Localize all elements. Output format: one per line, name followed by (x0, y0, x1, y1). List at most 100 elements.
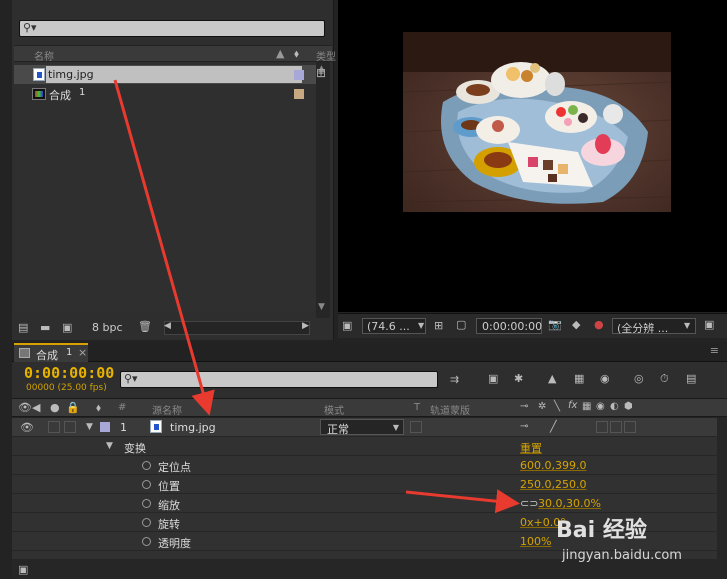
column-hash[interactable]: # (118, 402, 126, 413)
close-icon[interactable]: × (78, 346, 87, 359)
preserve-transparency-checkbox[interactable] (410, 421, 422, 433)
trash-icon[interactable]: 🗑 (138, 321, 152, 332)
show-snapshot-icon[interactable]: ◆ (572, 319, 580, 330)
stopwatch-icon[interactable] (142, 480, 151, 489)
adjustment-checkbox[interactable] (610, 421, 622, 433)
property-value[interactable]: 250.0,250.0 (520, 478, 586, 491)
property-name: 旋转 (158, 518, 180, 531)
new-folder-icon[interactable]: ▬ (40, 322, 50, 333)
channel-icon[interactable]: ● (594, 319, 604, 330)
project-scrollbar[interactable]: ▲ ▼ (316, 62, 330, 318)
zoom-dropdown[interactable]: (74.6 ... (362, 318, 426, 334)
brainstorm-icon[interactable]: ◉ (600, 373, 610, 384)
adjustment-layer-icon[interactable]: ◐ (610, 402, 619, 412)
comp-mini-flowchart-icon[interactable]: ⇉ (450, 374, 459, 385)
horizontal-scrollbar[interactable] (164, 321, 310, 335)
solo-icon[interactable]: ● (50, 402, 60, 413)
interpret-footage-icon[interactable]: ▤ (18, 322, 28, 333)
label-color-swatch[interactable] (294, 70, 304, 80)
eye-icon[interactable]: 👁 (20, 422, 34, 433)
grid-icon[interactable]: ⊞ (434, 320, 443, 331)
bit-depth[interactable]: 8 bpc (92, 321, 123, 334)
panel-menu-icon[interactable]: ≡ (710, 344, 719, 357)
stopwatch-icon[interactable]: ⏱ (660, 373, 669, 384)
lock-icon[interactable]: 🔒 (66, 402, 80, 413)
toggle-switches-icon[interactable]: ▣ (18, 564, 28, 575)
stopwatch-icon[interactable] (142, 537, 151, 546)
column-source-name[interactable]: 源名称 (152, 402, 182, 417)
eye-icon[interactable]: 👁 (18, 402, 32, 413)
layer-name[interactable]: timg.jpg (170, 421, 216, 434)
label-tag-icon[interactable]: ⬧ (96, 402, 101, 413)
expand-chevron-icon[interactable]: ▼ (106, 442, 113, 451)
always-preview-icon[interactable]: ▣ (342, 320, 352, 331)
flowchart-icon[interactable]: ⊞ (316, 66, 326, 80)
hide-shy-layers-icon[interactable]: ✱ (514, 373, 523, 384)
graph-editor-icon[interactable]: ◎ (634, 373, 644, 384)
render-icon[interactable]: ▤ (686, 373, 696, 384)
transform-group-row[interactable]: ▼ 变换 重置 (12, 437, 717, 456)
scroll-right-icon[interactable]: ▶ (302, 322, 309, 331)
viewer-timecode-value: 0:00:00:00 (482, 320, 543, 333)
3d-checkbox[interactable] (624, 421, 636, 433)
label-tag-icon[interactable]: ⬧ (294, 47, 299, 61)
quality-icon[interactable]: ╲ (554, 402, 560, 412)
property-row-position[interactable]: 位置 250.0,250.0 (12, 475, 717, 494)
solo-checkbox[interactable] (48, 421, 60, 433)
new-composition-icon[interactable]: ▣ (62, 322, 72, 333)
frame-blending-icon[interactable]: ▲ (548, 373, 556, 384)
motion-blur-column-icon[interactable]: ◉ (596, 402, 605, 412)
column-type[interactable]: 类型 (316, 48, 336, 63)
collapse-icon[interactable]: ✲ (538, 402, 546, 412)
camera-snapshot-icon[interactable]: 📷 (548, 319, 562, 330)
tab-composition[interactable]: 合成 1 × (14, 343, 88, 362)
scroll-down-icon[interactable]: ▼ (318, 302, 325, 312)
shy-icon[interactable]: ⊸ (520, 402, 528, 412)
timeline-scrollbar[interactable] (717, 418, 727, 560)
project-item-timg[interactable]: timg.jpg (14, 65, 316, 84)
timeline-search-input[interactable]: ⚲▾ (120, 371, 438, 388)
motion-blur-checkbox[interactable] (596, 421, 608, 433)
motion-blur-icon[interactable]: ▦ (574, 373, 584, 384)
stopwatch-icon[interactable] (142, 499, 151, 508)
chevron-down-icon[interactable]: ▼ (418, 322, 424, 330)
project-item-comp[interactable]: 合成 1 (14, 84, 316, 103)
quality-switch-icon[interactable]: ╱ (550, 421, 557, 432)
property-row-anchor[interactable]: 定位点 600.0,399.0 (12, 456, 717, 475)
audio-icon[interactable]: ◀ (32, 402, 40, 413)
label-color-swatch[interactable] (100, 422, 110, 432)
stopwatch-icon[interactable] (142, 461, 151, 470)
sort-up-icon[interactable]: ▲ (276, 47, 284, 60)
label-color-swatch[interactable] (294, 89, 304, 99)
mask-toggle-icon[interactable]: ▢ (456, 319, 466, 330)
frame-blend-column-icon[interactable]: ▦ (582, 402, 591, 412)
scroll-left-icon[interactable]: ◀ (164, 322, 171, 331)
stopwatch-icon[interactable] (142, 518, 151, 527)
viewer-timecode[interactable]: 0:00:00:00 (476, 318, 542, 334)
shy-switch-icon[interactable]: ⊸ (520, 422, 528, 432)
column-trkmat[interactable]: 轨道蒙版 (430, 402, 470, 417)
layer-row[interactable]: 👁 ▼ 1 timg.jpg 正常 ▼ ⊸ ╱ (12, 418, 717, 437)
region-of-interest-icon[interactable]: ▣ (704, 319, 714, 330)
column-name[interactable]: 名称 (34, 48, 54, 63)
tea-desserts-illustration (402, 32, 672, 204)
expand-chevron-icon[interactable]: ▼ (86, 423, 93, 432)
current-time-display[interactable]: 0:00:00:00 (24, 364, 114, 382)
layer-index: 1 (120, 421, 127, 434)
constrain-proportions-icon[interactable]: ⊂⊃ (520, 497, 538, 510)
reset-link[interactable]: 重置 (520, 440, 542, 456)
chevron-down-icon[interactable]: ▼ (684, 322, 690, 330)
project-search-input[interactable]: ⚲▾ (19, 20, 325, 37)
zoom-value: (74.6 ... (367, 320, 410, 333)
effects-icon[interactable]: fx (568, 401, 577, 411)
column-mode[interactable]: 模式 (324, 402, 344, 417)
lock-checkbox[interactable] (64, 421, 76, 433)
blend-mode-dropdown[interactable]: 正常 ▼ (320, 419, 404, 436)
search-icon: ⚲▾ (124, 372, 138, 385)
search-icon: ⚲▾ (23, 21, 37, 34)
property-value[interactable]: 100% (520, 535, 551, 548)
property-value[interactable]: 600.0,399.0 (520, 459, 586, 472)
3d-layer-icon[interactable]: ⬢ (624, 402, 633, 412)
draft-3d-icon[interactable]: ▣ (488, 373, 498, 384)
column-t[interactable]: T (414, 402, 420, 413)
